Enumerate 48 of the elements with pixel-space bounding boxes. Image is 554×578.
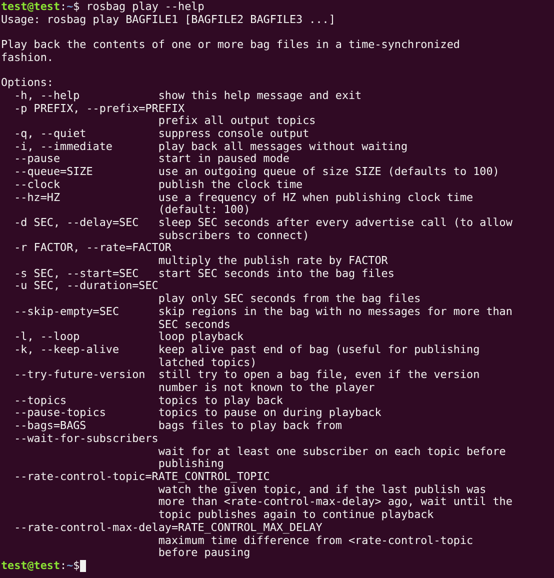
- option-description: show this help message and exit: [158, 90, 363, 103]
- option-label: --rate-control-max-delay=RATE_CONTROL_MAX_DELAY: [13, 522, 324, 534]
- option-description: watch the given topic, and if the last publish was more than <rate-control-max-delay> ago, wait until the topic publishes again to continue playback: [158, 484, 514, 522]
- option-label: -k, --keep-alive: [13, 344, 120, 358]
- description-text: Play back the contents of one or more bag files in a time-synchronized fashion.: [1, 39, 461, 64]
- option-label: -q, --quiet: [13, 128, 88, 141]
- option-description: use an outgoing queue of size SIZE (defaults to 100): [158, 166, 500, 179]
- shell-prompt: test@test:~$: [1, 560, 80, 573]
- option-label: --topics: [13, 394, 68, 408]
- text-cursor: [80, 560, 86, 572]
- option-description: play only SEC seconds from the bag files: [158, 293, 422, 306]
- option-description: loop playback: [158, 331, 245, 344]
- option-description: use a frequency of HZ when publishing clock time (default: 100): [158, 192, 474, 217]
- option-description: prefix all output topics: [158, 115, 317, 128]
- option-description: publish the clock time: [158, 178, 304, 192]
- option-description: topics to pause on during playback: [158, 407, 382, 420]
- option-label: --skip-empty=SEC: [13, 306, 120, 320]
- option-label: -p PREFIX, --prefix=PREFIX: [13, 102, 186, 116]
- option-label: --hz=HZ: [13, 192, 62, 206]
- option-description: sleep SEC seconds after every advertise call (to allow subscribers to connect): [158, 216, 514, 242]
- option-description: start SEC seconds into the bag files: [158, 268, 396, 280]
- option-description: topics to play back: [158, 394, 284, 408]
- option-label: --pause: [13, 153, 62, 166]
- option-label: --wait-for-subscribers: [13, 432, 158, 446]
- option-description: start in paused mode: [158, 153, 290, 166]
- option-label: -l, --loop: [13, 331, 81, 344]
- option-label: -d SEC, --delay=SEC: [13, 216, 140, 231]
- option-description: play back all messages without waiting: [158, 140, 409, 154]
- usage-line: Usage: rosbag play BAGFILE1 [BAGFILE2 BAGFILE3 ...]: [1, 14, 336, 26]
- option-label: -h, --help: [13, 90, 81, 103]
- option-label: --try-future-version: [13, 369, 146, 384]
- option-label: --clock: [13, 178, 62, 192]
- options-heading: Options:: [1, 77, 54, 90]
- option-description: keep alive past end of bag (useful for publishing latched topics): [158, 344, 481, 370]
- option-label: --queue=SIZE: [13, 166, 94, 179]
- option-description: multiply the publish rate by FACTOR: [158, 255, 389, 268]
- command-line: test@test:~$ rosbag play --help: [1, 1, 206, 14]
- option-description: wait for at least one subscriber on each topic before publishing: [158, 446, 507, 471]
- option-label: -s SEC, --start=SEC: [13, 268, 140, 280]
- option-description: suppress console output: [158, 128, 310, 141]
- option-label: --pause-topics: [13, 407, 107, 420]
- option-description: maximum time difference from <rate-control-topic before pausing: [158, 534, 474, 560]
- option-label: -r FACTOR, --rate=FACTOR: [13, 242, 172, 256]
- option-label: -i, --immediate: [13, 140, 114, 154]
- option-label: --bags=BAGS: [13, 420, 88, 433]
- option-description: bags files to play back from: [158, 420, 343, 433]
- option-label: --rate-control-topic=RATE_CONTROL_TOPIC: [13, 470, 271, 484]
- option-label: -u SEC, --duration=SEC: [13, 280, 159, 294]
